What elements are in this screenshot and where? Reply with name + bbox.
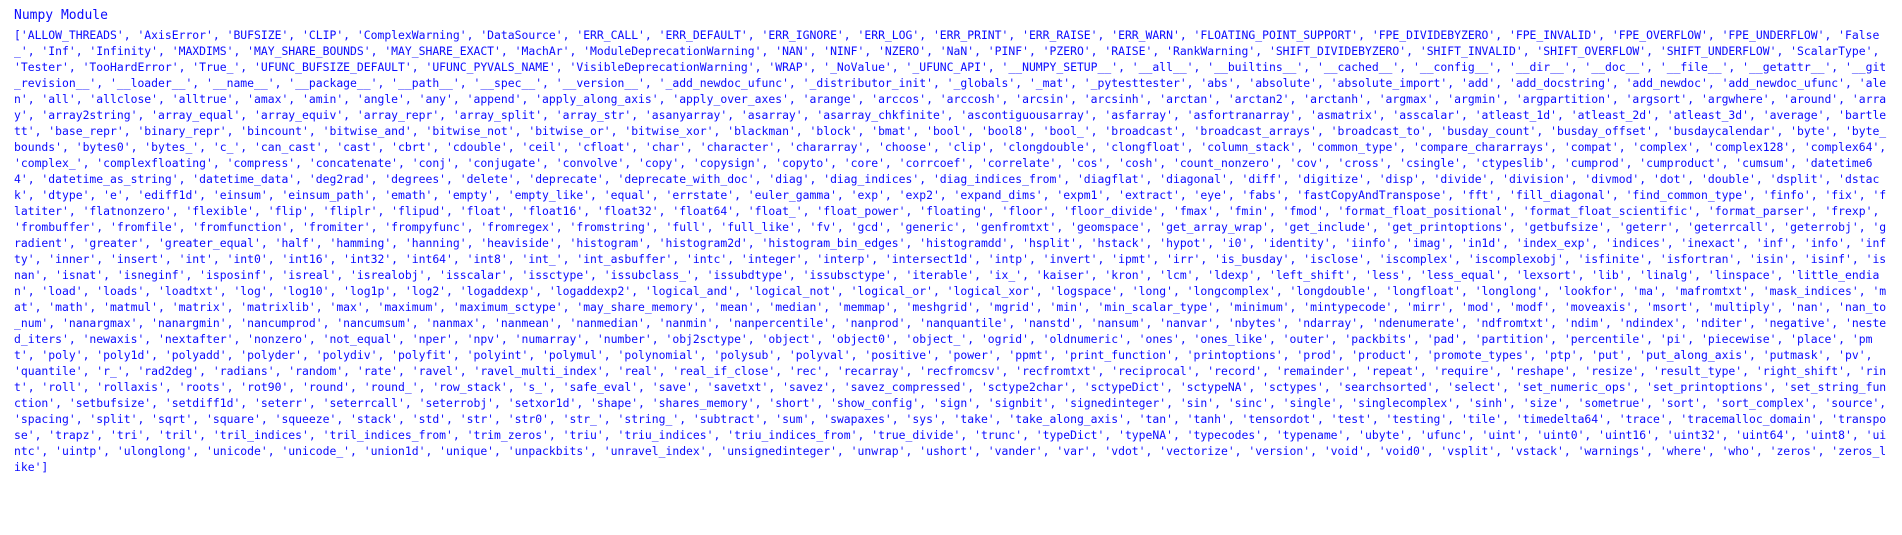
module-attribute-list: ['ALLOW_THREADS', 'AxisError', 'BUFSIZE'… xyxy=(0,27,1902,485)
module-title: Numpy Module xyxy=(0,0,1902,27)
